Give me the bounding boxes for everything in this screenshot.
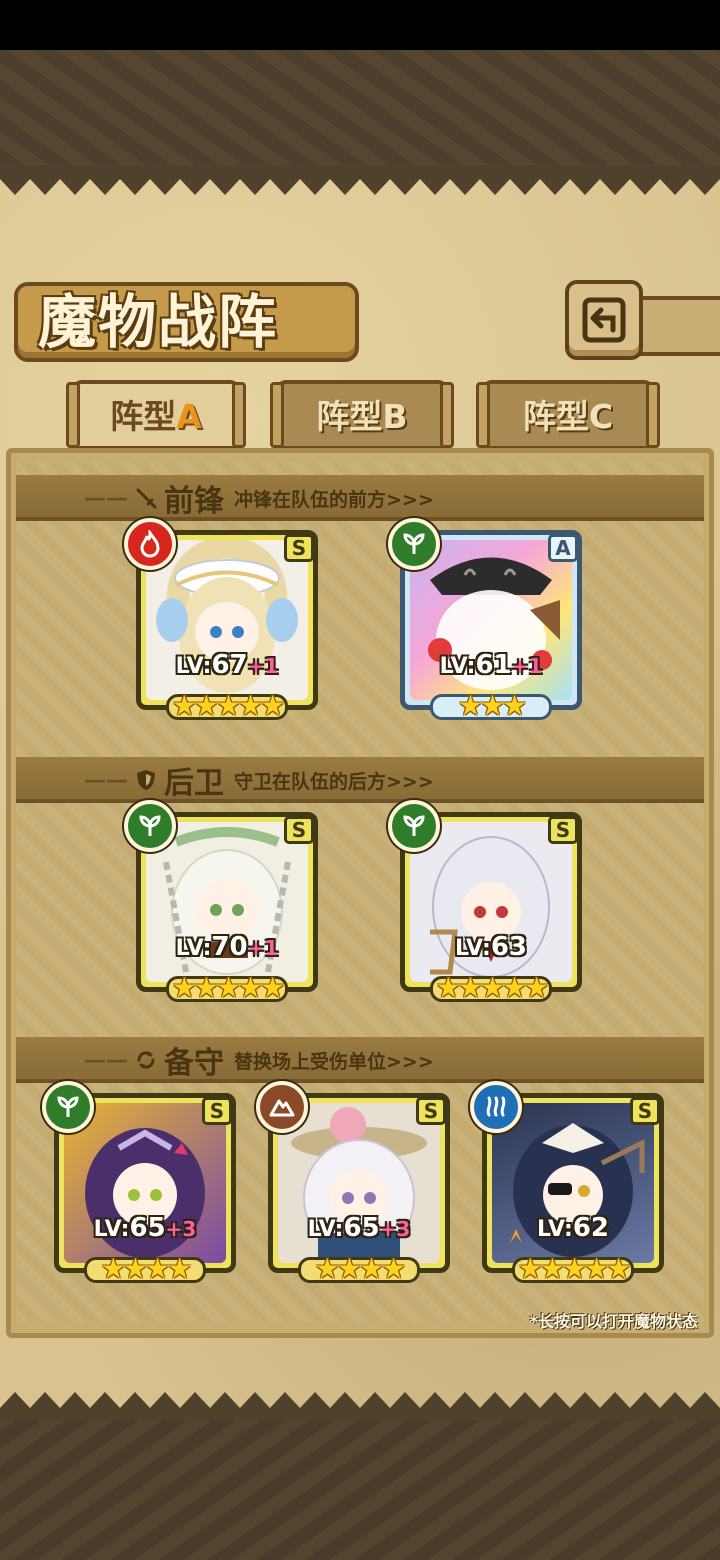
section-header-reserve: —— 备守 替换场上受伤单位>>> — [84, 1040, 434, 1081]
rank-badge: S — [284, 534, 314, 562]
level-value: 61 — [475, 650, 512, 680]
star-rating: ★★★★★ — [517, 1252, 632, 1285]
rank-badge: S — [630, 1097, 660, 1125]
tab-letter: A — [176, 397, 202, 436]
section-title: 前锋 — [164, 484, 224, 519]
tab-label: 阵型 — [522, 397, 589, 436]
tab-post — [646, 382, 660, 448]
tab-letter: C — [588, 397, 614, 436]
star-rating: ★★★ — [457, 689, 527, 722]
monster-card[interactable]: A LV:61+1 ★★★ — [388, 518, 582, 722]
tab-post — [232, 382, 246, 448]
wooden-background-top — [0, 50, 720, 165]
level-value: 65 — [343, 1213, 380, 1243]
level-value: 70 — [211, 932, 248, 962]
section-title: 备守 — [164, 1046, 224, 1081]
level-label: LV:63 — [400, 932, 582, 962]
wooden-background-bottom — [0, 1420, 720, 1560]
rank-badge: S — [416, 1097, 446, 1125]
long-press-hint: *长按可以打开魔物状态 — [529, 1312, 698, 1331]
tab-letter: B — [382, 397, 408, 436]
level-bonus: +1 — [511, 654, 543, 678]
level-prefix: LV: — [439, 654, 476, 679]
star-rating: ★★★★ — [100, 1252, 192, 1285]
section-title: 后卫 — [164, 766, 224, 801]
level-value: 63 — [490, 932, 527, 962]
sword-icon — [136, 488, 157, 509]
nature-element-icon — [388, 800, 440, 852]
fire-element-icon — [124, 518, 176, 570]
tab-post — [440, 382, 454, 448]
monster-card[interactable]: S LV:67+1 ★★★★★ — [124, 518, 318, 722]
star-rating: ★★★★★ — [171, 971, 286, 1004]
tab-formation-b[interactable]: 阵型B — [270, 380, 454, 450]
monster-card[interactable]: S LV:70+1 ★★★★★ — [124, 800, 318, 1004]
level-label: LV:70+1 — [136, 932, 318, 962]
nature-element-icon — [42, 1081, 94, 1133]
level-bonus: +3 — [165, 1217, 197, 1241]
rank-badge: S — [548, 816, 578, 844]
rank-badge: S — [202, 1097, 232, 1125]
nature-element-icon — [388, 518, 440, 570]
tab-post — [270, 382, 284, 448]
tab-formation-a[interactable]: 阵型A — [66, 380, 246, 450]
zigzag-edge-top — [0, 165, 720, 195]
swap-icon — [137, 1051, 155, 1069]
level-prefix: LV: — [536, 1217, 573, 1242]
level-label: LV:61+1 — [400, 650, 582, 680]
level-prefix: LV: — [175, 654, 212, 679]
tab-post — [476, 382, 490, 448]
rank-badge: A — [548, 534, 578, 562]
monster-card[interactable]: S LV:65+3 ★★★★ — [42, 1081, 236, 1285]
page-title: 魔物战阵 — [38, 288, 279, 356]
rank-badge: S — [284, 816, 314, 844]
section-description: 冲锋在队伍的前方>>> — [234, 488, 434, 511]
star-rating: ★★★★★ — [435, 971, 550, 1004]
status-bar — [0, 0, 720, 50]
tab-post — [66, 382, 80, 448]
shield-icon — [137, 770, 155, 790]
star-rating: ★★★★ — [314, 1252, 406, 1285]
monster-card[interactable]: S LV:63 ★★★★★ — [388, 800, 582, 1004]
tab-label: 阵型 — [110, 397, 177, 436]
level-bonus: +1 — [247, 654, 279, 678]
level-label: LV:67+1 — [136, 650, 318, 680]
level-value: 65 — [129, 1213, 166, 1243]
water-element-icon — [470, 1081, 522, 1133]
level-value: 67 — [211, 650, 248, 680]
zigzag-edge-bottom — [0, 1392, 720, 1422]
earth-element-icon — [256, 1081, 308, 1133]
level-label: LV:65+3 — [54, 1213, 236, 1243]
section-header-vanguard: —— 前锋 冲锋在队伍的前方>>> — [84, 478, 434, 519]
tab-formation-c[interactable]: 阵型C — [476, 380, 660, 450]
monster-card[interactable]: S LV:62 ★★★★★ — [470, 1081, 664, 1285]
tab-label: 阵型 — [316, 397, 383, 436]
level-prefix: LV: — [307, 1217, 344, 1242]
level-label: LV:65+3 — [268, 1213, 450, 1243]
level-label: LV:62 — [482, 1213, 664, 1243]
monster-card[interactable]: S LV:65+3 ★★★★ — [256, 1081, 450, 1285]
level-prefix: LV: — [93, 1217, 130, 1242]
back-button[interactable] — [565, 280, 643, 360]
section-description: 守卫在队伍的后方>>> — [234, 770, 434, 793]
section-header-rearguard: —— 后卫 守卫在队伍的后方>>> — [84, 760, 434, 801]
level-bonus: +3 — [379, 1217, 411, 1241]
back-arrow-icon — [582, 297, 626, 343]
level-value: 62 — [572, 1213, 609, 1243]
section-description: 替换场上受伤单位>>> — [234, 1050, 434, 1073]
star-rating: ★★★★★ — [171, 689, 286, 722]
nature-element-icon — [124, 800, 176, 852]
level-bonus: +1 — [247, 936, 279, 960]
level-prefix: LV: — [175, 936, 212, 961]
level-prefix: LV: — [454, 936, 491, 961]
